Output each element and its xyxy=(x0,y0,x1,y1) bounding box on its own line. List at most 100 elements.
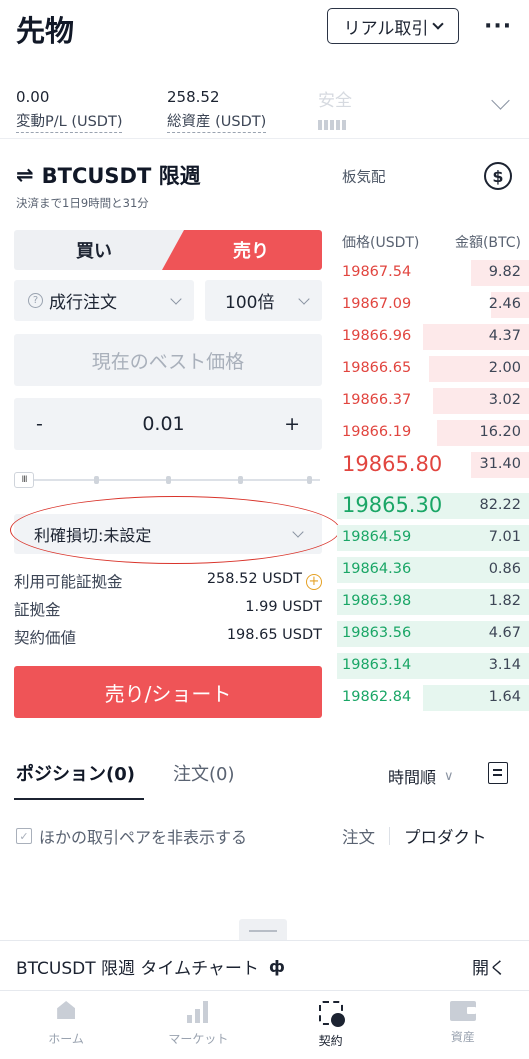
chevron-down-icon: ∨ xyxy=(444,768,454,784)
ask-price[interactable]: 19865.80 xyxy=(342,452,442,476)
pair-selector[interactable]: ⇌ BTCUSDT 限週 xyxy=(16,160,201,190)
bid-row[interactable]: 19862.84 1.64 xyxy=(337,682,529,714)
ask-amount: 2.46 xyxy=(488,296,521,312)
slider-step[interactable] xyxy=(238,476,243,484)
nav-label: 資産 xyxy=(450,1030,475,1044)
list-icon[interactable] xyxy=(488,762,508,784)
available-margin-label: 利用可能証拠金 xyxy=(14,573,123,591)
nav-item-market[interactable]: マーケット xyxy=(132,991,264,1059)
slider-track xyxy=(30,479,320,481)
hide-other-pairs-label: ほかの取引ペアを非表示する xyxy=(39,828,248,847)
quantity-increase-button[interactable]: + xyxy=(284,413,300,435)
ask-row[interactable]: 19866.37 3.02 xyxy=(337,385,529,417)
ask-price[interactable]: 19866.19 xyxy=(342,424,411,440)
ask-row[interactable]: 19867.09 2.46 xyxy=(337,289,529,321)
drag-handle[interactable] xyxy=(239,919,287,941)
sort-dropdown[interactable]: 時間順 ∨ xyxy=(388,764,454,788)
side-tabs: 買い 売り xyxy=(14,230,322,270)
margin-label: 証拠金 xyxy=(14,601,61,619)
ask-row[interactable]: 19866.19 16.20 xyxy=(337,417,529,449)
assets-label: 総資産 (USDT) xyxy=(167,110,267,133)
bid-amount: 0.86 xyxy=(488,561,521,577)
help-icon[interactable]: ? xyxy=(28,293,43,308)
add-margin-icon[interactable]: + xyxy=(306,573,322,590)
trading-mode-label: リアル取引 xyxy=(343,18,429,39)
ask-price[interactable]: 19866.65 xyxy=(342,360,411,376)
bid-price[interactable]: 19863.98 xyxy=(342,593,411,609)
sell-tab[interactable]: 売り xyxy=(162,230,322,270)
timechart-bar[interactable]: BTCUSDT 限週 タイムチャート ф xyxy=(16,954,285,979)
buy-tab[interactable]: 買い xyxy=(14,230,174,270)
ask-price[interactable]: 19867.54 xyxy=(342,264,411,280)
slider-step[interactable] xyxy=(307,476,312,484)
more-icon[interactable]: ··· xyxy=(484,14,512,39)
assets-stat: 258.52 総資産 (USDT) xyxy=(167,88,267,133)
nav-label: 契約 xyxy=(318,1034,343,1048)
order-type-select[interactable]: ? 成行注文 xyxy=(14,280,194,321)
amount-column-header: 金額(BTC) xyxy=(454,235,521,251)
nav-item-contract[interactable]: 契約 xyxy=(265,991,397,1059)
bid-amount: 3.14 xyxy=(488,657,521,673)
quantity-value[interactable]: 0.01 xyxy=(142,413,184,435)
tab-orders[interactable]: 注文(0) xyxy=(173,760,235,786)
nav-item-home[interactable]: ホーム xyxy=(0,991,132,1059)
pnl-value: 0.00 xyxy=(16,88,50,106)
quantity-decrease-button[interactable]: - xyxy=(36,413,43,435)
bid-amount: 4.67 xyxy=(488,625,521,641)
bid-price[interactable]: 19863.56 xyxy=(342,625,411,641)
trading-mode-dropdown[interactable]: リアル取引 xyxy=(327,8,459,44)
orderbook-label: 板気配 xyxy=(342,170,386,186)
ask-row[interactable]: 19866.65 2.00 xyxy=(337,353,529,385)
bid-amount: 7.01 xyxy=(488,529,521,545)
settlement-countdown: 決済まで1日9時間と31分 xyxy=(16,196,149,210)
bid-row[interactable]: 19864.36 0.86 xyxy=(337,554,529,586)
bid-price[interactable]: 19862.84 xyxy=(342,689,411,705)
bid-row[interactable]: 19863.14 3.14 xyxy=(337,650,529,682)
bid-row[interactable]: 19863.98 1.82 xyxy=(337,586,529,618)
ask-price[interactable]: 19867.09 xyxy=(342,296,411,312)
bid-price[interactable]: 19863.14 xyxy=(342,657,411,673)
ask-row[interactable]: 19866.96 4.37 xyxy=(337,321,529,353)
pnl-label: 変動P/L (USDT) xyxy=(16,110,123,133)
position-filter-links: 注文 プロダクト xyxy=(342,824,487,848)
divider xyxy=(0,940,529,941)
ask-price[interactable]: 19866.96 xyxy=(342,328,411,344)
sell-short-button[interactable]: 売り/ショート xyxy=(14,666,322,718)
expand-stats-chevron-icon[interactable] xyxy=(491,91,510,110)
swap-arrows-icon: ⇌ xyxy=(16,163,34,187)
bottom-nav: ホーム マーケット 契約 資産 xyxy=(0,990,529,1059)
ask-row[interactable]: 19867.54 9.82 xyxy=(337,257,529,289)
bid-row[interactable]: 19864.59 7.01 xyxy=(337,522,529,554)
slider-step[interactable] xyxy=(94,476,99,484)
ask-row[interactable]: 19865.80 31.40 xyxy=(337,449,529,481)
hide-other-pairs-toggle[interactable]: ✓ ほかの取引ペアを非表示する xyxy=(16,824,247,848)
bid-price[interactable]: 19865.30 xyxy=(342,493,442,517)
margin-value: 1.99 USDT xyxy=(245,599,322,615)
nav-item-assets[interactable]: 資産 xyxy=(397,991,529,1059)
filter-order-link[interactable]: 注文 xyxy=(342,824,375,848)
bar-chart-icon xyxy=(187,1001,209,1023)
ask-amount: 16.20 xyxy=(479,424,521,440)
sort-label: 時間順 xyxy=(388,768,437,787)
assets-value: 258.52 xyxy=(167,88,220,106)
price-input[interactable]: 現在のベスト価格 xyxy=(14,334,322,386)
tab-positions[interactable]: ポジション(0) xyxy=(16,760,135,786)
bid-row[interactable]: 19865.30 82.22 xyxy=(337,490,529,522)
checkbox-icon[interactable]: ✓ xyxy=(16,828,32,844)
ask-price[interactable]: 19866.37 xyxy=(342,392,411,408)
leverage-value: 100倍 xyxy=(225,293,275,313)
pair-name: BTCUSDT 限週 xyxy=(41,164,201,188)
ask-amount: 3.02 xyxy=(488,392,521,408)
quantity-stepper[interactable]: - 0.01 + xyxy=(14,398,322,450)
available-margin-amount: 258.52 USDT xyxy=(206,571,302,587)
dollar-icon[interactable]: $ xyxy=(484,162,512,190)
filter-product-link[interactable]: プロダクト xyxy=(404,824,487,848)
leverage-select[interactable]: 100倍 xyxy=(205,280,322,321)
slider-handle[interactable]: III xyxy=(14,472,34,488)
slider-step[interactable] xyxy=(166,476,171,484)
quantity-slider[interactable]: III xyxy=(14,472,322,488)
open-chart-button[interactable]: 開く xyxy=(472,954,506,979)
bid-row[interactable]: 19863.56 4.67 xyxy=(337,618,529,650)
bid-price[interactable]: 19864.59 xyxy=(342,529,411,545)
bid-price[interactable]: 19864.36 xyxy=(342,561,411,577)
